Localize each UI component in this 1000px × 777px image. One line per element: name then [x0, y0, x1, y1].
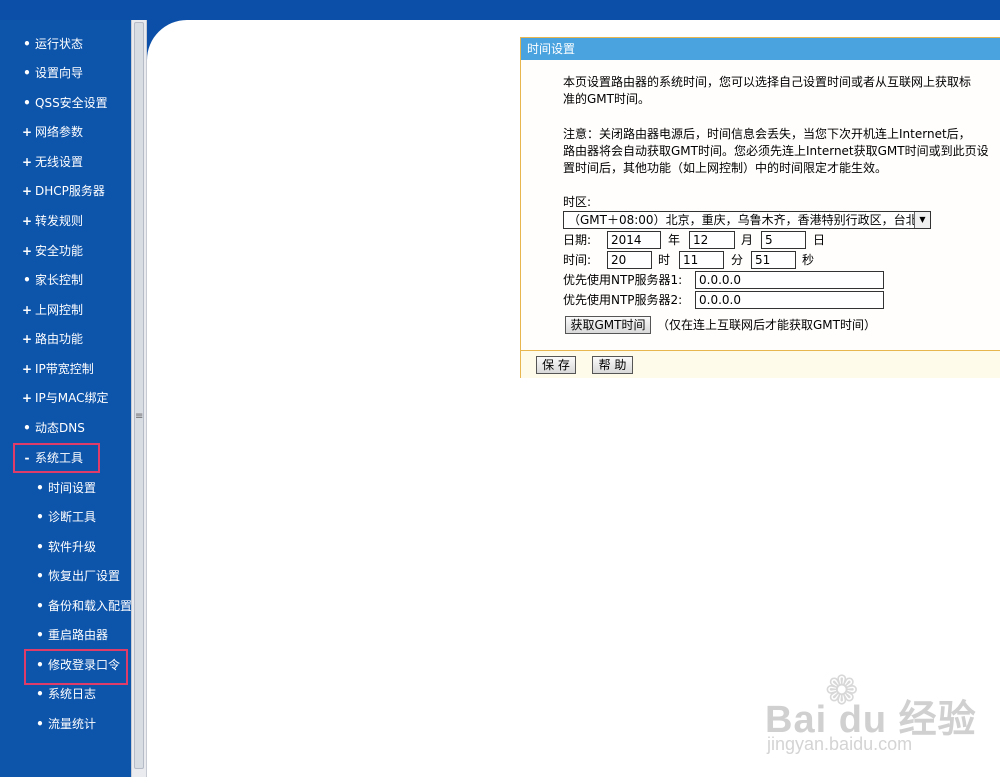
sidebar-item-label: 安全功能	[35, 244, 84, 258]
sidebar-item-label: IP与MAC绑定	[35, 391, 109, 405]
sidebar-subitem-diagnostics[interactable]: • 诊断工具	[35, 505, 96, 529]
sidebar-item-setup-wizard[interactable]: • 设置向导	[22, 61, 83, 85]
frame-corner-curve	[147, 20, 227, 100]
sidebar-item-running-status[interactable]: • 运行状态	[22, 32, 83, 56]
month-input[interactable]	[689, 231, 735, 249]
sidebar-item-network-params[interactable]: + 网络参数	[22, 120, 83, 144]
sidebar-item-access-control[interactable]: + 上网控制	[22, 298, 83, 322]
sidebar-subitem-time-settings[interactable]: • 时间设置	[35, 476, 96, 500]
sidebar-item-label: 诊断工具	[48, 510, 97, 524]
sidebar-item-ddns[interactable]: • 动态DNS	[22, 416, 85, 440]
second-input[interactable]	[751, 251, 796, 269]
sidebar-subitem-system-log[interactable]: • 系统日志	[35, 682, 96, 706]
sidebar-item-parental-control[interactable]: • 家长控制	[22, 268, 83, 292]
sidebar-item-label: DHCP服务器	[35, 184, 105, 198]
sidebar-item-label: 无线设置	[35, 155, 84, 169]
sidebar-item-security[interactable]: + 安全功能	[22, 239, 83, 263]
sidebar-item-label: 路由功能	[35, 332, 84, 346]
top-banner	[0, 0, 1000, 20]
sidebar-item-label: 家长控制	[35, 273, 84, 287]
sidebar-item-label: IP带宽控制	[35, 362, 94, 376]
year-unit: 年	[668, 233, 681, 247]
sidebar-item-label: 恢复出厂设置	[48, 569, 121, 583]
panel-title: 时间设置	[521, 38, 1000, 60]
second-unit: 秒	[802, 253, 815, 267]
sidebar-item-dhcp[interactable]: + DHCP服务器	[22, 179, 105, 203]
sidebar-subitem-firmware-upgrade[interactable]: • 软件升级	[35, 535, 96, 559]
sidebar-scrollbar[interactable]: ≡	[131, 20, 147, 777]
sidebar-item-label: 动态DNS	[35, 421, 85, 435]
note-text: 置时间后，其他功能（如上网控制）中的时间限定才能生效。	[563, 161, 888, 175]
get-gmt-hint: （仅在连上互联网后才能获取GMT时间）	[657, 318, 876, 332]
day-input[interactable]	[761, 231, 806, 249]
watermark-url: jingyan.baidu.com	[767, 734, 913, 754]
minute-input[interactable]	[679, 251, 724, 269]
dropdown-arrow-icon[interactable]: ▼	[914, 212, 930, 228]
timezone-label: 时区:	[563, 195, 592, 209]
date-label: 日期:	[563, 233, 592, 247]
sidebar-item-label: 运行状态	[35, 37, 84, 51]
ntp2-input[interactable]	[695, 291, 884, 309]
sidebar-subitem-factory-reset[interactable]: • 恢复出厂设置	[35, 564, 120, 588]
sidebar-item-label: 上网控制	[35, 303, 84, 317]
note-text: 注意：关闭路由器电源后，时间信息会丢失，当您下次开机连上Internet后，	[563, 127, 971, 141]
sidebar-item-qss-security[interactable]: • QSS安全设置	[22, 91, 108, 115]
time-label: 时间:	[563, 253, 592, 267]
hour-unit: 时	[658, 253, 671, 267]
ntp1-label: 优先使用NTP服务器1:	[563, 273, 683, 287]
note-text: 路由器将会自动获取GMT时间。您必须先连上Internet获取GMT时间或到此页…	[563, 144, 989, 158]
sidebar-subitem-backup-restore[interactable]: • 备份和载入配置	[35, 594, 132, 618]
get-gmt-time-button[interactable]: 获取GMT时间	[565, 316, 651, 334]
highlight-box-system-tools	[13, 443, 100, 473]
minute-unit: 分	[731, 253, 744, 267]
sidebar-item-label: 时间设置	[48, 481, 97, 495]
sidebar-item-label: 网络参数	[35, 125, 84, 139]
month-unit: 月	[741, 233, 754, 247]
ntp1-input[interactable]	[695, 271, 884, 289]
sidebar-item-label: QSS安全设置	[35, 96, 108, 110]
sidebar-item-label: 设置向导	[35, 66, 84, 80]
day-unit: 日	[813, 233, 826, 247]
sidebar-item-label: 软件升级	[48, 540, 97, 554]
hour-input[interactable]	[607, 251, 652, 269]
sidebar-item-label: 备份和载入配置	[48, 599, 133, 613]
ntp2-label: 优先使用NTP服务器2:	[563, 293, 683, 307]
sidebar-item-label: 转发规则	[35, 214, 84, 228]
intro-text: 准的GMT时间。	[563, 92, 650, 106]
sidebar-item-routing[interactable]: + 路由功能	[22, 327, 83, 351]
sidebar-subitem-traffic-stats[interactable]: • 流量统计	[35, 712, 96, 736]
highlight-box-change-password	[24, 649, 128, 685]
sidebar-item-label: 流量统计	[48, 717, 97, 731]
help-button[interactable]: 帮 助	[592, 356, 633, 374]
sidebar-subitem-reboot[interactable]: • 重启路由器	[35, 623, 108, 647]
sidebar-item-wireless[interactable]: + 无线设置	[22, 150, 83, 174]
grip-icon: ≡	[135, 411, 144, 422]
intro-text: 本页设置路由器的系统时间，您可以选择自己设置时间或者从互联网上获取标	[563, 75, 972, 89]
year-input[interactable]	[607, 231, 661, 249]
scrollbar-thumb[interactable]	[134, 22, 144, 769]
sidebar-item-bandwidth[interactable]: + IP带宽控制	[22, 357, 94, 381]
sidebar-item-label: 重启路由器	[48, 628, 109, 642]
sidebar-item-forwarding[interactable]: + 转发规则	[22, 209, 83, 233]
save-button[interactable]: 保 存	[536, 356, 576, 374]
sidebar-item-label: 系统日志	[48, 687, 97, 701]
sidebar-item-ip-mac-binding[interactable]: + IP与MAC绑定	[22, 386, 109, 410]
timezone-value: （GMT＋08:00）北京，重庆，乌鲁木齐，香港特别行政区，台北	[568, 213, 918, 227]
timezone-select[interactable]: （GMT＋08:00）北京，重庆，乌鲁木齐，香港特别行政区，台北 ▼	[563, 211, 931, 229]
